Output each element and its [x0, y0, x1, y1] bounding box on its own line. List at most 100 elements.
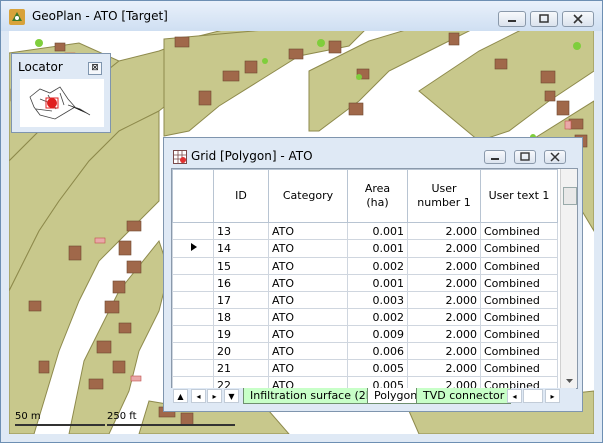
- cell-user-text[interactable]: Combined: [480, 308, 558, 326]
- table-row[interactable]: 17 ATO 0.003 2.000 Combined: [172, 291, 558, 309]
- close-icon: ⊠: [91, 63, 99, 73]
- chevron-right-icon: ▸: [212, 392, 217, 401]
- table-row[interactable]: 19 ATO 0.009 2.000 Combined: [172, 325, 558, 343]
- table-row[interactable]: 16 ATO 0.001 2.000 Combined: [172, 274, 558, 292]
- cell-user-number[interactable]: 2.000: [407, 291, 481, 309]
- cell-user-text[interactable]: Combined: [480, 274, 558, 292]
- title-bar: GeoPlan - ATO [Target]: [1, 1, 602, 31]
- scroll-up-button[interactable]: ▲: [173, 389, 188, 403]
- cell-user-text[interactable]: Combined: [480, 325, 558, 343]
- grid-vertical-scrollbar[interactable]: [560, 169, 577, 388]
- cell-user-number[interactable]: 2.000: [407, 359, 481, 377]
- cell-id[interactable]: 20: [213, 342, 269, 360]
- cell-area[interactable]: 0.001: [347, 239, 408, 258]
- grid-icon: [173, 150, 187, 164]
- cell-user-text[interactable]: Combined: [480, 239, 558, 258]
- cell-user-text[interactable]: Combined: [480, 342, 558, 360]
- row-header-corner[interactable]: [172, 169, 214, 223]
- row-header[interactable]: [172, 274, 214, 292]
- chevron-left-icon: ◂: [512, 392, 517, 401]
- cell-user-text[interactable]: Combined: [480, 359, 558, 377]
- minimize-icon: [508, 20, 516, 22]
- cell-user-text[interactable]: Combined: [480, 257, 558, 275]
- table-row[interactable]: 15 ATO 0.002 2.000 Combined: [172, 257, 558, 275]
- cell-area[interactable]: 0.001: [347, 274, 408, 292]
- cell-category[interactable]: ATO: [268, 239, 348, 258]
- cell-user-number[interactable]: 2.000: [407, 325, 481, 343]
- table-row[interactable]: 20 ATO 0.006 2.000 Combined: [172, 342, 558, 360]
- column-header-category[interactable]: Category: [268, 169, 348, 223]
- locator-minimap[interactable]: [20, 79, 104, 127]
- cell-user-text[interactable]: Combined: [480, 291, 558, 309]
- cell-id[interactable]: 17: [213, 291, 269, 309]
- grid-minimize-button[interactable]: [484, 150, 506, 164]
- scroll-arrows: [566, 379, 573, 383]
- cell-user-text[interactable]: Combined: [480, 222, 558, 240]
- table-row[interactable]: 14 ATO 0.001 2.000 Combined: [172, 239, 558, 258]
- cell-area[interactable]: 0.006: [347, 342, 408, 360]
- row-header[interactable]: [172, 239, 214, 258]
- grid-close-button[interactable]: [544, 150, 566, 164]
- cell-user-number[interactable]: 2.000: [407, 308, 481, 326]
- maximize-button[interactable]: [530, 11, 558, 27]
- minimize-icon: [491, 158, 499, 160]
- cell-id[interactable]: 15: [213, 257, 269, 275]
- cell-category[interactable]: ATO: [268, 342, 348, 360]
- row-header[interactable]: [172, 291, 214, 309]
- cell-id[interactable]: 21: [213, 359, 269, 377]
- cell-area[interactable]: 0.003: [347, 291, 408, 309]
- cell-id[interactable]: 18: [213, 308, 269, 326]
- row-header[interactable]: [172, 325, 214, 343]
- cell-area[interactable]: 0.005: [347, 359, 408, 377]
- cell-user-number[interactable]: 2.000: [407, 239, 481, 258]
- cell-id[interactable]: 19: [213, 325, 269, 343]
- close-button[interactable]: [562, 11, 594, 27]
- column-header-user-text[interactable]: User text 1: [480, 169, 558, 223]
- column-header-user-number[interactable]: User number 1: [407, 169, 481, 223]
- column-header-area[interactable]: Area (ha): [347, 169, 408, 223]
- scroll-down-button[interactable]: ▼: [224, 389, 239, 403]
- cell-area[interactable]: 0.002: [347, 308, 408, 326]
- row-header[interactable]: [172, 342, 214, 360]
- close-icon: [550, 152, 560, 162]
- cell-id[interactable]: 16: [213, 274, 269, 292]
- tab-next-button[interactable]: ▸: [207, 389, 222, 403]
- table-row[interactable]: 21 ATO 0.005 2.000 Combined: [172, 359, 558, 377]
- cell-category[interactable]: ATO: [268, 222, 348, 240]
- tab-first-button[interactable]: ◂: [191, 389, 206, 403]
- cell-category[interactable]: ATO: [268, 291, 348, 309]
- table-row[interactable]: 13 ATO 0.001 2.000 Combined: [172, 222, 558, 240]
- hscroll-left-button[interactable]: ◂: [507, 389, 522, 403]
- grid-table-area: ID Category Area (ha) User number 1 User…: [171, 168, 578, 389]
- cell-user-number[interactable]: 2.000: [407, 222, 481, 240]
- cell-category[interactable]: ATO: [268, 274, 348, 292]
- triangle-up-icon: ▲: [177, 392, 184, 401]
- maximize-icon: [539, 14, 549, 23]
- column-header-id[interactable]: ID: [213, 169, 269, 223]
- row-header[interactable]: [172, 257, 214, 275]
- cell-category[interactable]: ATO: [268, 325, 348, 343]
- grid-maximize-button[interactable]: [514, 150, 536, 164]
- cell-area[interactable]: 0.009: [347, 325, 408, 343]
- cell-user-number[interactable]: 2.000: [407, 274, 481, 292]
- cell-area[interactable]: 0.002: [347, 257, 408, 275]
- row-header[interactable]: [172, 359, 214, 377]
- cell-user-number[interactable]: 2.000: [407, 342, 481, 360]
- tab-infiltration-surface[interactable]: Infiltration surface (2D): [243, 388, 386, 404]
- hscroll-thumb[interactable]: [523, 389, 543, 403]
- minimize-button[interactable]: [498, 11, 526, 27]
- cell-category[interactable]: ATO: [268, 257, 348, 275]
- cell-id[interactable]: 13: [213, 222, 269, 240]
- table-row[interactable]: 18 ATO 0.002 2.000 Combined: [172, 308, 558, 326]
- row-header[interactable]: [172, 222, 214, 240]
- tab-tvd-connector[interactable]: TVD connector: [416, 388, 512, 404]
- cell-category[interactable]: ATO: [268, 359, 348, 377]
- cell-category[interactable]: ATO: [268, 308, 348, 326]
- cell-id[interactable]: 14: [213, 239, 269, 258]
- cell-area[interactable]: 0.001: [347, 222, 408, 240]
- cell-user-number[interactable]: 2.000: [407, 257, 481, 275]
- row-header[interactable]: [172, 308, 214, 326]
- close-icon: [573, 14, 583, 24]
- locator-close-button[interactable]: ⊠: [88, 62, 102, 75]
- hscroll-right-button[interactable]: ▸: [545, 389, 560, 403]
